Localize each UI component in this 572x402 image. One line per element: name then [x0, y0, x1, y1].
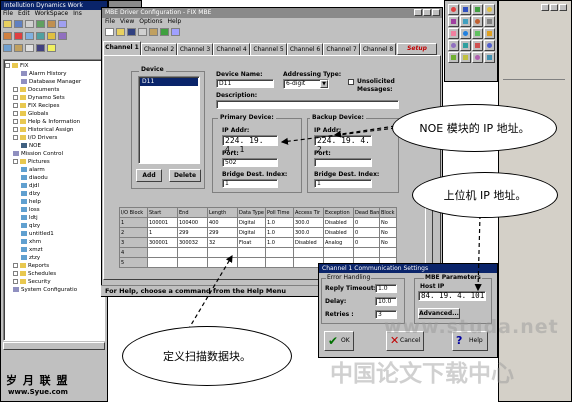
callout-noe-ip-text: NOE 模块的 IP 地址。: [419, 122, 530, 135]
arrow-to-backup-ip: [333, 125, 396, 138]
callout-scan-block-text: 定义扫描数据块。: [163, 350, 251, 363]
watermark-yuesheng-text: 岁 月 联 盟: [6, 374, 69, 387]
watermark-yuesheng-url: www.Syue.com: [8, 388, 68, 396]
watermark-studa-cn: 中国论文下载中心: [330, 354, 514, 388]
watermark-yuesheng: 岁 月 联 盟: [6, 372, 69, 388]
watermark-yuesheng-url-text: www.Syue.com: [8, 388, 68, 396]
watermark-studa: www.studa.net: [384, 316, 559, 338]
watermark-studa-text: www.studa.net: [384, 316, 559, 338]
callout-scan-block: 定义扫描数据块。: [122, 326, 292, 386]
callout-host-ip-text: 上位机 IP 地址。: [443, 189, 527, 202]
arrow-to-io-block: [187, 254, 233, 331]
watermark-studa-cn-text: 中国论文下载中心: [330, 361, 514, 387]
arrow-to-host-ip: [474, 214, 482, 292]
callout-host-ip: 上位机 IP 地址。: [412, 172, 558, 218]
callout-noe-ip: NOE 模块的 IP 地址。: [392, 104, 557, 152]
